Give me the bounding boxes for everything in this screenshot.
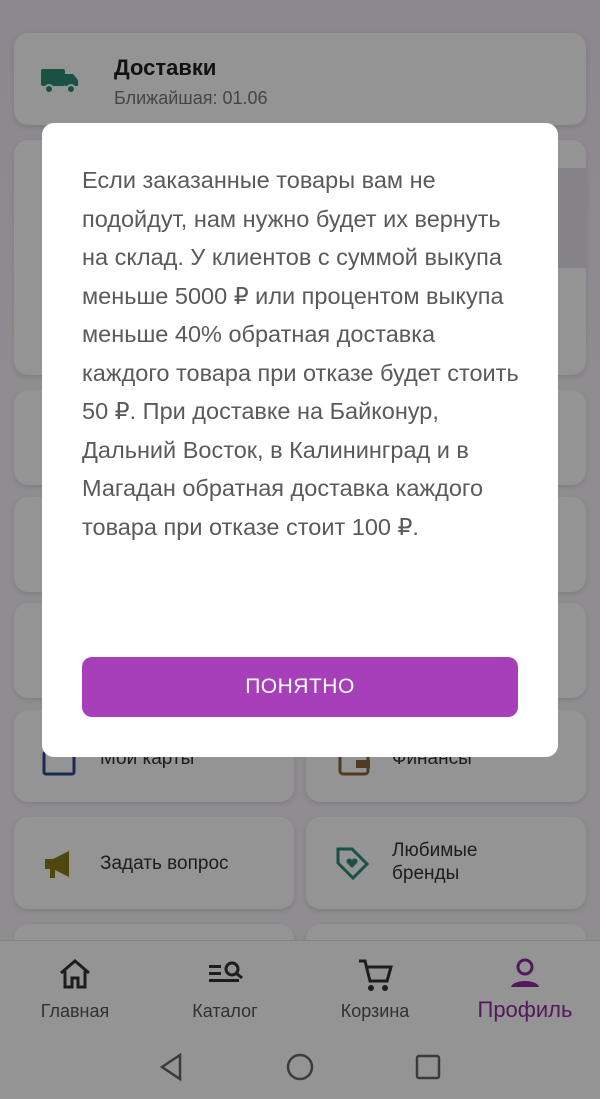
understood-button[interactable]: ПОНЯТНО	[82, 657, 518, 717]
return-policy-dialog: Если заказанные товары вам не подойдут, …	[42, 123, 558, 757]
dialog-message: Если заказанные товары вам не подойдут, …	[82, 167, 519, 540]
